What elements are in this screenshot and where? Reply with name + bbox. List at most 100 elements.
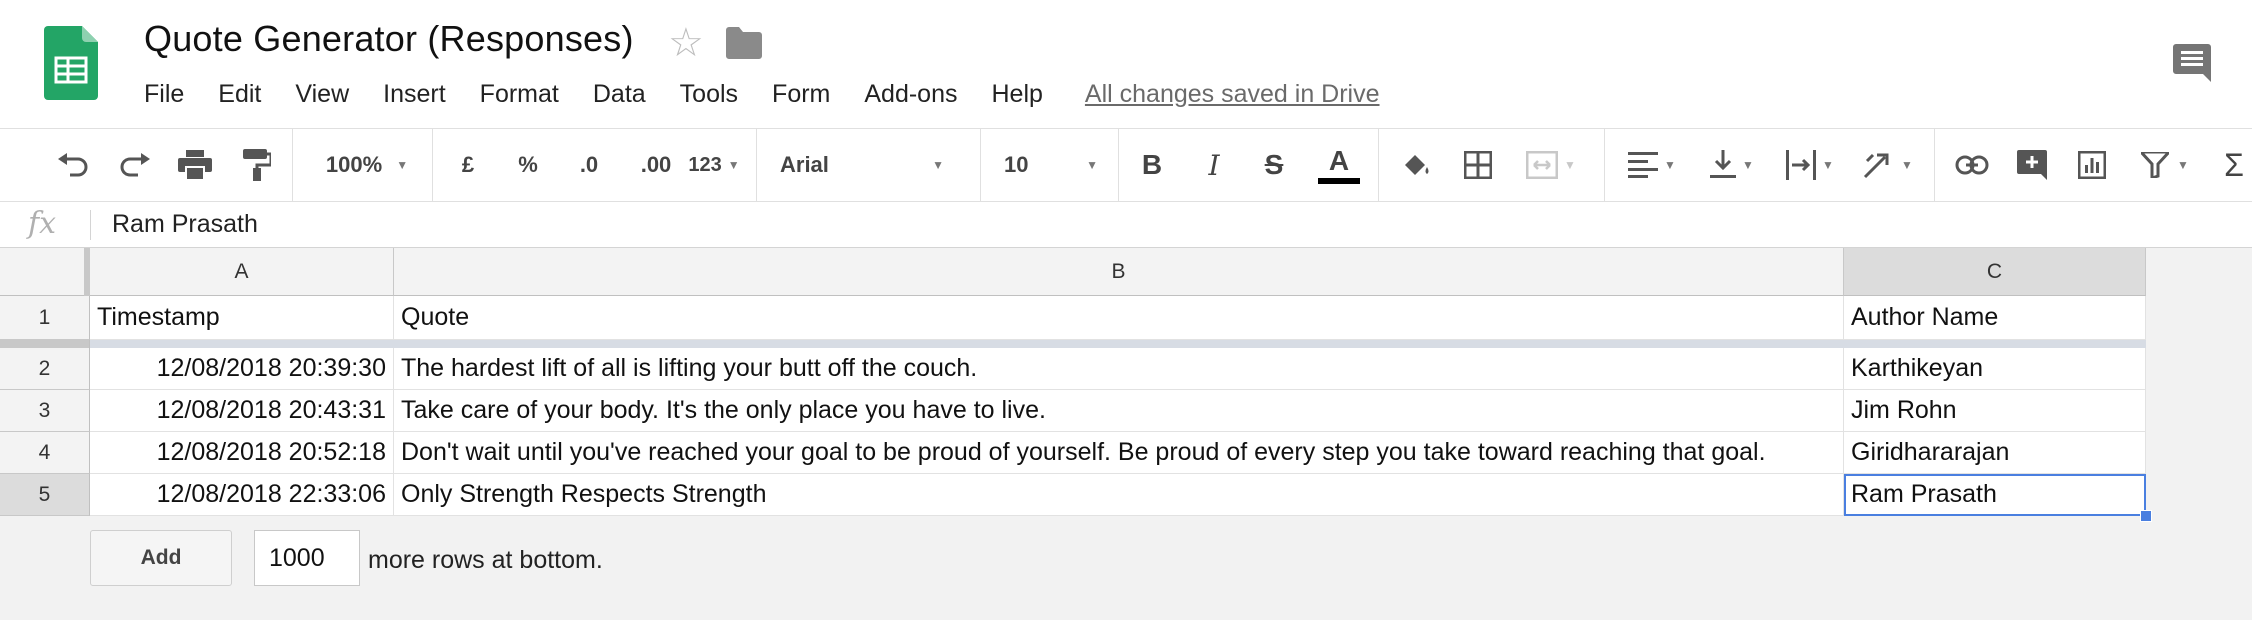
font-family-select[interactable]: Arial ▼ bbox=[772, 129, 952, 201]
star-icon[interactable]: ☆ bbox=[668, 20, 704, 66]
comments-icon[interactable] bbox=[2172, 42, 2212, 84]
increase-decimal-button[interactable]: .00 bbox=[624, 129, 688, 201]
fill-color-icon[interactable] bbox=[1394, 129, 1438, 201]
sheets-logo-icon[interactable] bbox=[44, 26, 98, 100]
text-color-label: A bbox=[1328, 145, 1350, 176]
chevron-down-icon: ▼ bbox=[1822, 158, 1834, 172]
cell-a5[interactable]: 12/08/2018 22:33:06 bbox=[90, 474, 394, 516]
percent-label: % bbox=[518, 152, 538, 177]
strikethrough-button[interactable]: S bbox=[1252, 129, 1296, 201]
redo-icon[interactable] bbox=[110, 129, 160, 201]
cell-b5[interactable]: Only Strength Respects Strength bbox=[394, 474, 1844, 516]
chevron-down-icon: ▼ bbox=[1901, 158, 1913, 172]
menu-view[interactable]: View bbox=[295, 80, 349, 109]
menu-help[interactable]: Help bbox=[992, 80, 1043, 109]
app-header: Quote Generator (Responses) ☆ File Edit … bbox=[0, 0, 2252, 128]
menu-edit[interactable]: Edit bbox=[218, 80, 261, 109]
row-header-2[interactable]: 2 bbox=[0, 348, 90, 390]
merge-cells-icon[interactable]: ▼ bbox=[1516, 129, 1586, 201]
chevron-down-icon: ▼ bbox=[932, 158, 944, 172]
zoom-select[interactable]: 100% ▼ bbox=[312, 129, 422, 201]
font-size-value: 10 bbox=[1004, 152, 1029, 177]
paint-format-icon[interactable] bbox=[232, 129, 282, 201]
frozen-row-handle[interactable] bbox=[0, 340, 90, 348]
select-all-corner[interactable] bbox=[0, 248, 90, 296]
cell-a3[interactable]: 12/08/2018 20:43:31 bbox=[90, 390, 394, 432]
cell-c2[interactable]: Karthikeyan bbox=[1844, 348, 2146, 390]
borders-icon[interactable] bbox=[1456, 129, 1500, 201]
horizontal-align-icon[interactable]: ▼ bbox=[1620, 129, 1684, 201]
italic-button[interactable]: I bbox=[1192, 129, 1236, 201]
cell-a2[interactable]: 12/08/2018 20:39:30 bbox=[90, 348, 394, 390]
toolbar: 100% ▼ £ % .0 .00 123 ▼ Arial ▼ 10 ▼ B I… bbox=[0, 128, 2252, 202]
column-header-b[interactable]: B bbox=[394, 248, 1844, 296]
row-header-3[interactable]: 3 bbox=[0, 390, 90, 432]
functions-icon[interactable]: Σ bbox=[2216, 129, 2252, 201]
chevron-down-icon: ▼ bbox=[2177, 158, 2189, 172]
zoom-value: 100% bbox=[325, 152, 383, 177]
cell-b3[interactable]: Take care of your body. It's the only pl… bbox=[394, 390, 1844, 432]
chevron-down-icon: ▼ bbox=[1086, 158, 1098, 172]
cell-b2[interactable]: The hardest lift of all is lifting your … bbox=[394, 348, 1844, 390]
fx-icon: fx bbox=[28, 206, 57, 241]
menu-form[interactable]: Form bbox=[772, 80, 830, 109]
italic-label: I bbox=[1208, 148, 1220, 182]
text-color-swatch bbox=[1318, 178, 1360, 184]
row-header-5[interactable]: 5 bbox=[0, 474, 90, 516]
chevron-down-icon: ▼ bbox=[1664, 158, 1676, 172]
menu-insert[interactable]: Insert bbox=[383, 80, 446, 109]
cell-b4[interactable]: Don't wait until you've reached your goa… bbox=[394, 432, 1844, 474]
text-rotation-icon[interactable]: ▼ bbox=[1856, 129, 1920, 201]
percent-button[interactable]: % bbox=[506, 129, 550, 201]
more-formats-label: 123 bbox=[688, 153, 722, 176]
decrease-decimal-button[interactable]: .0 bbox=[564, 129, 614, 201]
print-icon[interactable] bbox=[170, 129, 220, 201]
bold-label: B bbox=[1141, 149, 1163, 180]
undo-icon[interactable] bbox=[48, 129, 98, 201]
strikethrough-label: S bbox=[1264, 149, 1284, 180]
row-header-4[interactable]: 4 bbox=[0, 432, 90, 474]
cell-c4[interactable]: Giridhararajan bbox=[1844, 432, 2146, 474]
formula-bar: fx Ram Prasath bbox=[0, 202, 2252, 248]
column-header-a[interactable]: A bbox=[90, 248, 394, 296]
insert-chart-icon[interactable] bbox=[2070, 129, 2114, 201]
add-rows-button[interactable]: Add bbox=[90, 530, 232, 586]
chevron-down-icon: ▼ bbox=[396, 158, 409, 172]
document-title[interactable]: Quote Generator (Responses) bbox=[144, 18, 634, 60]
insert-comment-icon[interactable] bbox=[2010, 129, 2054, 201]
menu-tools[interactable]: Tools bbox=[680, 80, 738, 109]
cell-a1[interactable]: Timestamp bbox=[90, 296, 394, 340]
add-rows-count-input[interactable] bbox=[254, 530, 360, 586]
insert-link-icon[interactable] bbox=[1950, 129, 1994, 201]
decrease-decimal-label: .0 bbox=[579, 152, 599, 177]
cell-c5[interactable]: Ram Prasath bbox=[1844, 474, 2146, 516]
chevron-down-icon: ▼ bbox=[1742, 158, 1754, 172]
folder-icon[interactable] bbox=[726, 26, 762, 60]
bold-button[interactable]: B bbox=[1130, 129, 1174, 201]
filter-icon[interactable]: ▼ bbox=[2130, 129, 2200, 201]
chevron-down-icon: ▼ bbox=[727, 158, 740, 172]
row-header-1[interactable]: 1 bbox=[0, 296, 90, 340]
font-size-select[interactable]: 10 ▼ bbox=[996, 129, 1106, 201]
menu-bar: File Edit View Insert Format Data Tools … bbox=[144, 76, 1380, 112]
menu-data[interactable]: Data bbox=[593, 80, 646, 109]
spreadsheet-grid: A B C 1 Timestamp Quote Author Name 2 12… bbox=[0, 248, 2252, 620]
currency-button[interactable]: £ bbox=[446, 129, 490, 201]
formula-input[interactable]: Ram Prasath bbox=[112, 210, 258, 239]
fill-handle[interactable] bbox=[2140, 510, 2152, 522]
text-color-button[interactable]: A bbox=[1314, 129, 1364, 201]
menu-add-ons[interactable]: Add-ons bbox=[864, 80, 957, 109]
cell-a4[interactable]: 12/08/2018 20:52:18 bbox=[90, 432, 394, 474]
column-header-c[interactable]: C bbox=[1844, 248, 2146, 296]
formula-divider bbox=[90, 210, 91, 240]
cell-c1[interactable]: Author Name bbox=[1844, 296, 2146, 340]
menu-file[interactable]: File bbox=[144, 80, 184, 109]
cell-c3[interactable]: Jim Rohn bbox=[1844, 390, 2146, 432]
more-formats-button[interactable]: 123 ▼ bbox=[682, 129, 746, 201]
save-status-link[interactable]: All changes saved in Drive bbox=[1085, 80, 1380, 109]
frozen-row-divider[interactable] bbox=[0, 340, 2146, 348]
vertical-align-icon[interactable]: ▼ bbox=[1700, 129, 1764, 201]
cell-b1[interactable]: Quote bbox=[394, 296, 1844, 340]
menu-format[interactable]: Format bbox=[480, 80, 559, 109]
text-wrapping-icon[interactable]: ▼ bbox=[1778, 129, 1842, 201]
